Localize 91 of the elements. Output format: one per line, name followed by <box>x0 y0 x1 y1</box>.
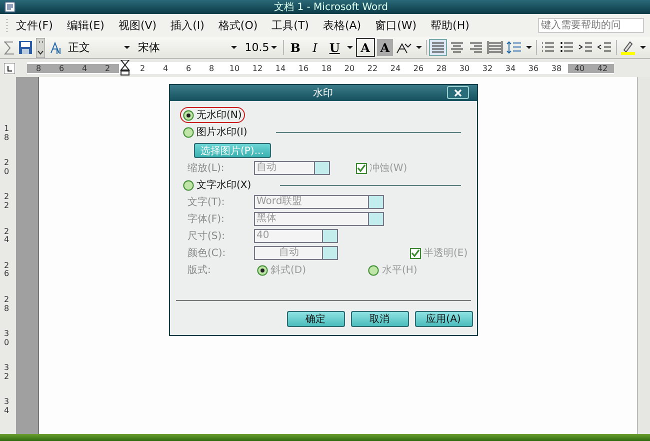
menu-item[interactable]: 工具(T) <box>264 16 316 35</box>
dialog-button[interactable]: 应用(A) <box>414 311 472 327</box>
caret-icon <box>638 45 647 50</box>
ruler-label: 8 <box>208 64 216 72</box>
menu-item[interactable]: 插入(I) <box>164 16 212 35</box>
character-shading-button[interactable]: A <box>376 39 394 56</box>
ruler-label: 2 <box>96 64 119 72</box>
center-align-icon <box>449 40 466 55</box>
highlighter-icon <box>620 40 636 55</box>
caret-icon <box>525 45 534 50</box>
caret-icon <box>270 45 278 50</box>
toolbar-grip-icon <box>6 18 9 34</box>
ruler-label: 6 <box>50 64 73 72</box>
character-scale-icon <box>396 40 412 54</box>
close-icon <box>454 88 462 96</box>
bulleted-list-icon <box>559 40 576 55</box>
ruler-label: 4 <box>73 64 96 72</box>
sum-icon <box>3 40 15 56</box>
menu-item[interactable]: 帮助(H) <box>424 16 476 35</box>
line-spacing-icon <box>506 40 522 55</box>
caret-icon <box>415 45 424 50</box>
close-button[interactable] <box>446 86 468 99</box>
justify-align-icon <box>430 40 446 55</box>
ruler-label: 8 <box>27 64 50 72</box>
field-label: 字体(F): <box>186 212 226 226</box>
menu-item[interactable]: 编辑(E) <box>60 16 112 35</box>
ruler-label: 38 <box>550 64 563 72</box>
radio-option[interactable]: 无水印(N) <box>180 107 245 123</box>
ruler-label: 24 <box>389 64 402 72</box>
dialog-button[interactable]: 确定 <box>286 311 344 327</box>
bold-button[interactable]: B <box>286 39 304 56</box>
ruler-label: 28 <box>435 64 448 72</box>
font-dropdown[interactable]: 宋体 <box>136 40 240 56</box>
ruler-label: 40 <box>568 64 591 72</box>
ruler-label: 2 <box>138 64 146 72</box>
menu-item[interactable]: 格式(O) <box>211 16 265 35</box>
caret-icon <box>230 45 238 50</box>
vertical-scrollbar[interactable] <box>637 77 650 434</box>
dialog-title: 水印 <box>313 86 333 100</box>
field-label: 颜色(C): <box>186 246 227 260</box>
font-size-dropdown[interactable]: 10.5 <box>242 40 280 56</box>
ruler-label: 24 <box>4 228 10 246</box>
ruler-label: 20 <box>343 64 356 72</box>
ruler-label: 12 <box>251 64 264 72</box>
menu-item[interactable]: 视图(V) <box>111 16 164 35</box>
ruler-label: 26 <box>4 262 10 280</box>
underline-button[interactable]: U <box>326 39 343 56</box>
ruler-label: 6 <box>184 64 192 72</box>
ruler-label: 16 <box>297 64 310 72</box>
ruler-label: 4 <box>162 64 170 72</box>
field-label: 缩放(L): <box>186 162 226 175</box>
field-label: 尺寸(S): <box>186 230 226 243</box>
ruler-label: 10 <box>228 64 241 72</box>
menu-item[interactable]: 文件(F) <box>9 16 60 35</box>
caret-icon <box>122 45 131 50</box>
ruler-label: 18 <box>4 125 10 143</box>
help-search-field[interactable]: 键入需要帮助的问 <box>538 18 644 33</box>
ruler-label: 36 <box>527 64 540 72</box>
field-label: 版式: <box>186 264 212 277</box>
right-align-icon <box>468 40 484 55</box>
styles-icon <box>48 40 63 56</box>
ruler-label: 26 <box>412 64 425 72</box>
italic-button[interactable]: I <box>306 39 324 56</box>
ruler-label: 18 <box>320 64 333 72</box>
menu-item[interactable]: 窗口(W) <box>368 16 424 35</box>
ruler-label: 22 <box>366 64 379 72</box>
tab-stop-icon <box>4 62 15 74</box>
distributed-align-icon <box>487 40 504 55</box>
save-icon <box>18 40 33 55</box>
ruler-label: 14 <box>274 64 287 72</box>
dialog-button[interactable]: 取消 <box>350 311 408 327</box>
caret-icon <box>346 45 354 50</box>
style-dropdown[interactable]: 正文 <box>66 40 133 56</box>
ruler-label: 20 <box>4 159 10 177</box>
ruler-label: 22 <box>4 193 10 212</box>
ruler-label: 34 <box>4 398 10 416</box>
character-border-button[interactable]: A <box>356 39 374 56</box>
radio-option[interactable]: 图片水印(I) <box>180 124 250 140</box>
menu-item[interactable]: 表格(A) <box>316 16 368 35</box>
ruler-label: 34 <box>504 64 517 72</box>
field-label: 文字(T): <box>186 196 226 209</box>
ruler-label: 32 <box>4 364 10 382</box>
ruler-label: 32 <box>481 64 494 72</box>
word-document-icon <box>4 1 16 13</box>
ruler-label: 42 <box>591 64 614 72</box>
window-title: 文档 1 - Microsoft Word <box>273 0 389 14</box>
toolbar-options-icon <box>36 38 45 58</box>
ruler-label: 30 <box>4 330 10 348</box>
ruler-label: 28 <box>4 296 10 314</box>
ruler-label: 30 <box>458 64 471 72</box>
radio-option[interactable]: 文字水印(X) <box>180 177 254 193</box>
